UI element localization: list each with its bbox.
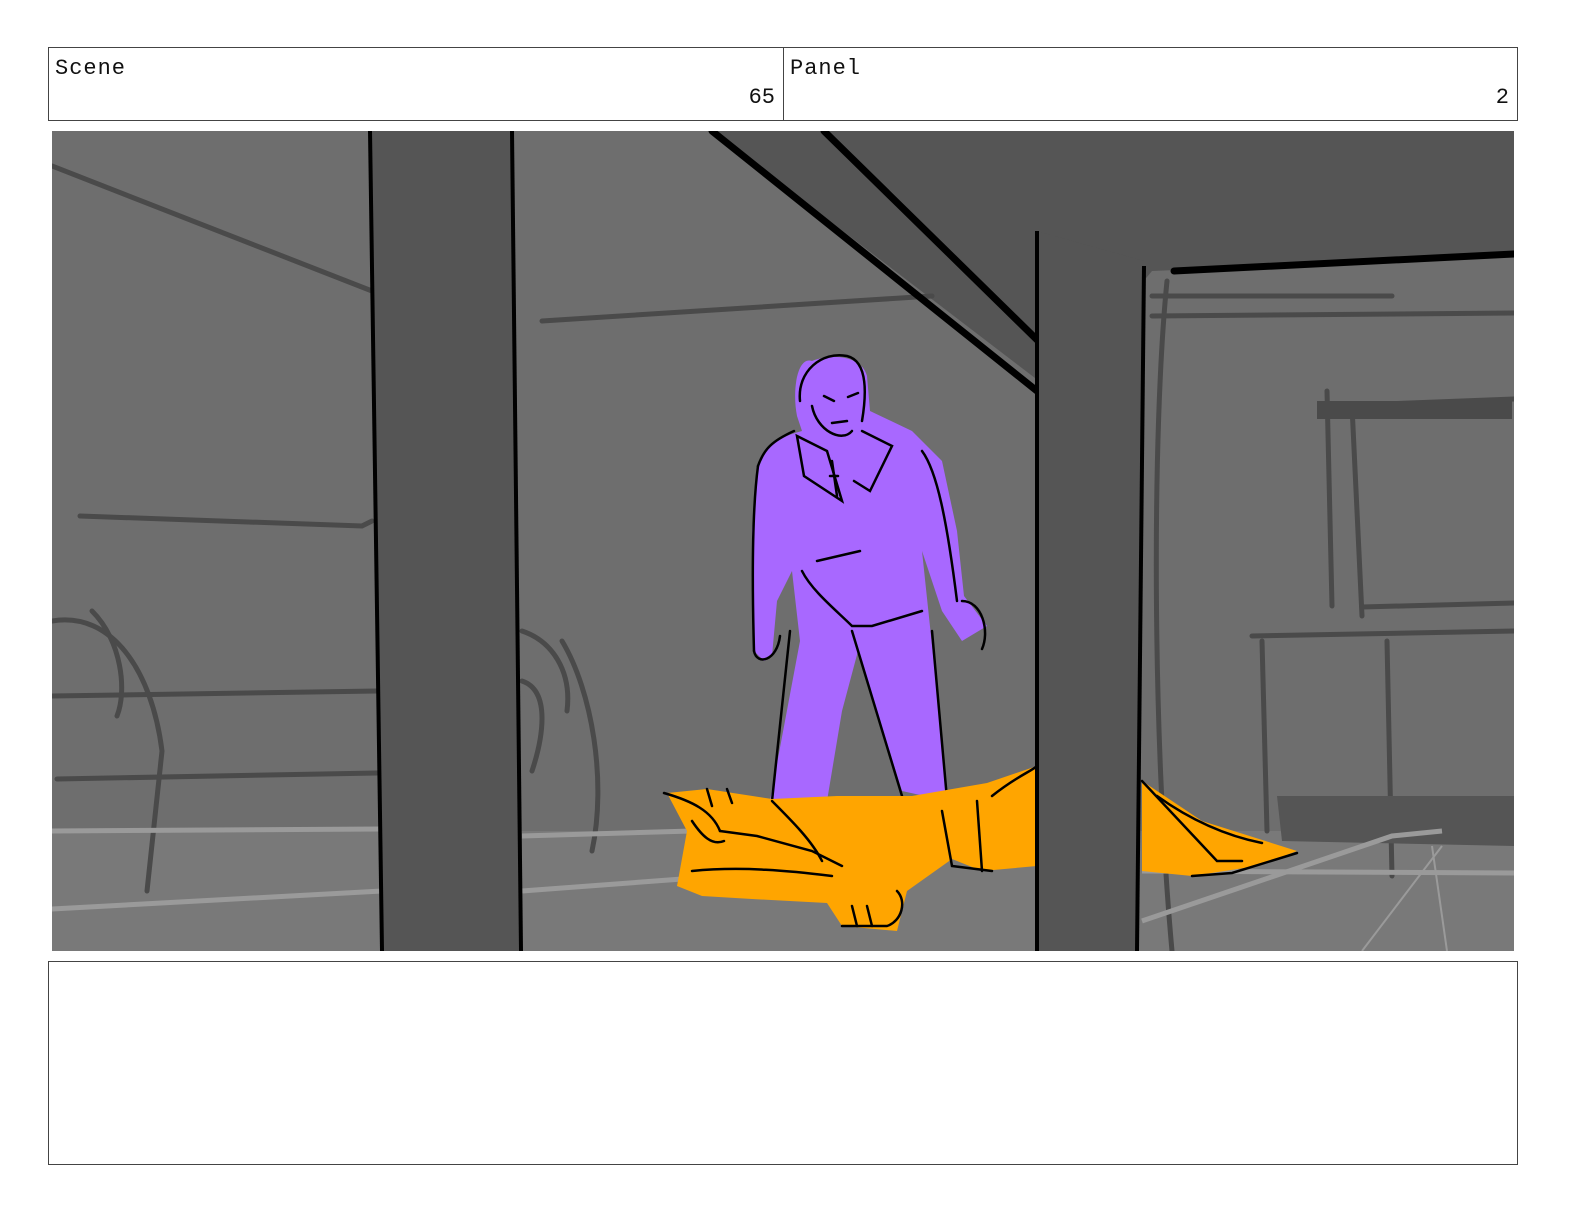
notes-box [48, 961, 1518, 1165]
right-pillar [1037, 231, 1144, 951]
storyboard-sketch [52, 131, 1514, 951]
panel-cell: Panel 2 [784, 48, 1517, 120]
storyboard-frame [52, 131, 1514, 951]
scene-label: Scene [55, 56, 127, 81]
panel-label: Panel [790, 56, 862, 81]
left-pillar [370, 131, 522, 951]
storyboard-header: Scene 65 Panel 2 [48, 47, 1518, 121]
panel-number: 2 [1495, 85, 1509, 110]
scene-number: 65 [748, 85, 775, 110]
scene-cell: Scene 65 [49, 48, 784, 120]
